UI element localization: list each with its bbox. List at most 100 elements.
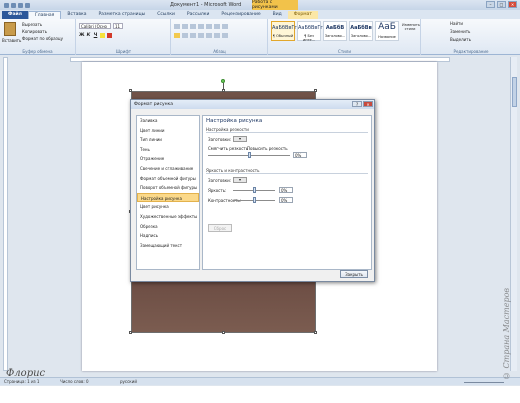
- bold-button[interactable]: Ж: [79, 33, 85, 38]
- reset-button[interactable]: Сброс: [208, 224, 232, 232]
- page-count[interactable]: Страница: 1 из 1: [4, 378, 39, 386]
- word-count[interactable]: Число слов: 0: [60, 378, 89, 386]
- resize-handle-nw[interactable]: [129, 89, 132, 92]
- tab-references[interactable]: Ссылки: [151, 11, 181, 19]
- bullets-icon[interactable]: [174, 24, 180, 29]
- rotation-handle[interactable]: [221, 79, 225, 83]
- nav-item-3d-format[interactable]: Формат объемной фигуры: [137, 174, 199, 184]
- nav-item-picture-corrections[interactable]: Настройка рисунка: [137, 192, 199, 203]
- paste-icon[interactable]: [4, 22, 16, 36]
- tab-format[interactable]: Формат: [287, 11, 319, 19]
- format-painter-button[interactable]: Формат по образцу: [22, 36, 63, 41]
- resize-handle-sw[interactable]: [129, 331, 132, 334]
- paragraph-group-label: Абзац: [213, 49, 226, 54]
- tab-mailings[interactable]: Рассылки: [181, 11, 216, 19]
- resize-handle-ne[interactable]: [314, 89, 317, 92]
- change-styles-button[interactable]: Изменить стили: [402, 23, 420, 31]
- resize-handle-s[interactable]: [222, 331, 225, 334]
- shading-icon[interactable]: [214, 33, 220, 38]
- underline-button[interactable]: Ч: [93, 33, 98, 38]
- nav-item-artistic-effects[interactable]: Художественные эффекты: [137, 212, 199, 222]
- numbering-icon[interactable]: [182, 24, 188, 29]
- help-button[interactable]: ?: [352, 101, 362, 107]
- brightness-slider-thumb[interactable]: [252, 187, 256, 193]
- align-left-icon[interactable]: [174, 33, 180, 38]
- contrast-slider-thumb[interactable]: [252, 197, 256, 203]
- nav-item-line-color[interactable]: Цвет линии: [137, 126, 199, 136]
- clipboard-group: Вставить Вырезать Копировать Формат по о…: [0, 19, 76, 55]
- multilevel-list-icon[interactable]: [190, 24, 196, 29]
- borders-icon[interactable]: [222, 33, 228, 38]
- find-button[interactable]: Найти: [450, 21, 463, 26]
- minimize-button[interactable]: –: [486, 1, 495, 8]
- nav-item-picture-color[interactable]: Цвет рисунка: [137, 202, 199, 212]
- redo-icon[interactable]: [25, 2, 30, 8]
- resize-handle-n[interactable]: [222, 89, 225, 92]
- pilcrow-icon[interactable]: [222, 24, 228, 29]
- replace-button[interactable]: Заменить: [450, 29, 470, 34]
- sharpen-value-input[interactable]: 0%: [293, 152, 307, 158]
- styles-group: АаБбВвГг, ¶ Обычный АаБбВвГг, ¶ Без инте…: [269, 19, 421, 55]
- editing-group-label: Редактирование: [453, 49, 489, 54]
- tab-insert[interactable]: Вставка: [61, 11, 92, 19]
- scrollbar-thumb[interactable]: [512, 77, 517, 107]
- sharpen-slider-thumb[interactable]: [247, 152, 251, 158]
- italic-button[interactable]: К: [86, 33, 91, 38]
- nav-item-alt-text[interactable]: Замещающий текст: [137, 241, 199, 251]
- nav-item-reflection[interactable]: Отражение: [137, 154, 199, 164]
- align-buttons-row: [174, 33, 228, 38]
- zoom-slider[interactable]: [464, 382, 504, 383]
- vertical-ruler: [3, 57, 8, 371]
- tab-page-layout[interactable]: Разметка страницы: [92, 11, 151, 19]
- align-center-icon[interactable]: [182, 33, 188, 38]
- save-icon[interactable]: [11, 2, 16, 8]
- dialog-close-button[interactable]: Закрыть: [340, 270, 368, 278]
- increase-indent-icon[interactable]: [206, 24, 212, 29]
- nav-item-text-box[interactable]: Надпись: [137, 231, 199, 241]
- align-right-icon[interactable]: [190, 33, 196, 38]
- select-button[interactable]: Выделить: [450, 37, 471, 42]
- line-spacing-icon[interactable]: [206, 33, 212, 38]
- decrease-indent-icon[interactable]: [198, 24, 204, 29]
- language[interactable]: русский: [120, 378, 137, 386]
- tab-review[interactable]: Рецензирование: [215, 11, 266, 19]
- font-name-select[interactable]: Calibri (Осно: [79, 23, 111, 29]
- tab-file[interactable]: Файл: [2, 11, 28, 19]
- close-window-button[interactable]: ✕: [508, 1, 517, 8]
- tab-view[interactable]: Вид: [267, 11, 288, 19]
- nav-item-line-style[interactable]: Тип линии: [137, 135, 199, 145]
- style-title[interactable]: АаБ Название: [375, 21, 399, 41]
- word-icon[interactable]: [4, 2, 9, 8]
- undo-icon[interactable]: [18, 2, 23, 8]
- paste-button[interactable]: Вставить: [2, 38, 21, 43]
- style-heading-1[interactable]: АаБбВ Заголово...: [323, 21, 347, 41]
- nav-item-crop[interactable]: Обрезка: [137, 222, 199, 232]
- nav-item-3d-rotation[interactable]: Поворот объемной фигуры: [137, 183, 199, 193]
- nav-item-glow[interactable]: Свечение и сглаживание: [137, 164, 199, 174]
- font-size-select[interactable]: 11: [113, 23, 123, 29]
- cut-button[interactable]: Вырезать: [22, 22, 42, 27]
- sort-icon[interactable]: [214, 24, 220, 29]
- style-normal[interactable]: АаБбВвГг, ¶ Обычный: [271, 21, 299, 41]
- font-color-icon[interactable]: [107, 33, 112, 38]
- dialog-close-icon[interactable]: ✕: [363, 101, 373, 107]
- justify-icon[interactable]: [198, 33, 204, 38]
- styles-group-label: Стили: [338, 49, 351, 54]
- editing-group: Найти Заменить Выделить Редактирование: [422, 19, 520, 55]
- copy-button[interactable]: Копировать: [22, 29, 47, 34]
- brightness-value-input[interactable]: 0%: [279, 187, 293, 193]
- tab-home[interactable]: Главная: [27, 11, 62, 19]
- resize-handle-se[interactable]: [314, 331, 317, 334]
- maximize-button[interactable]: □: [497, 1, 506, 8]
- contrast-value-input[interactable]: 0%: [279, 197, 293, 203]
- nav-item-fill[interactable]: Заливка: [137, 116, 199, 126]
- style-heading-2[interactable]: АаБбВв Заголово...: [349, 21, 373, 41]
- nav-item-shadow[interactable]: Тень: [137, 145, 199, 155]
- dialog-controls: ? ✕: [352, 101, 373, 107]
- highlight-icon[interactable]: [100, 33, 105, 38]
- title-bar: Документ1 - Microsoft Word Работа с рису…: [0, 0, 520, 10]
- style-no-spacing[interactable]: АаБбВвГг, ¶ Без инте...: [297, 21, 325, 42]
- sharpen-presets-dropdown[interactable]: ▾: [233, 136, 247, 142]
- dialog-title-bar: Формат рисунка ? ✕: [131, 100, 374, 109]
- brightness-presets-dropdown[interactable]: ▾: [233, 177, 247, 183]
